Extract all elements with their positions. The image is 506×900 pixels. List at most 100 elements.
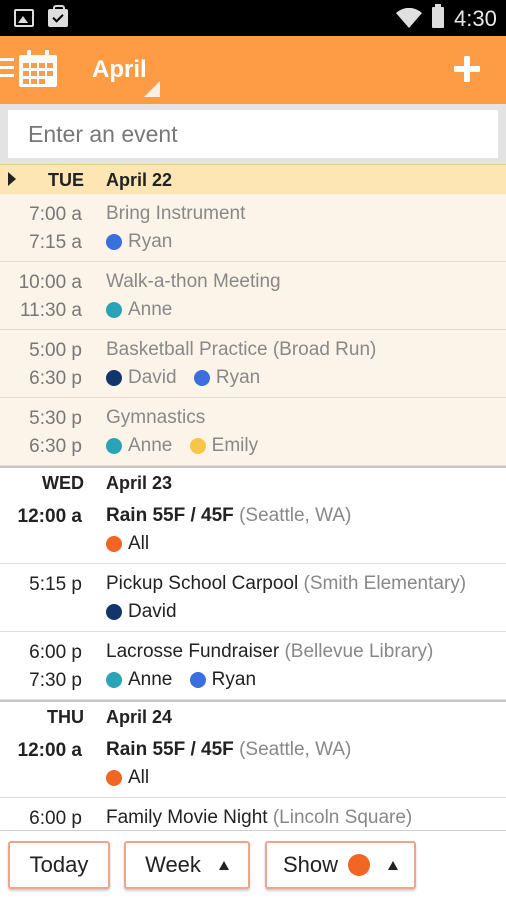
wifi-icon [396, 8, 422, 28]
day-of-week: THU [47, 707, 84, 727]
event-start-time: 5:15 p [29, 574, 82, 595]
event-end-time: 11:30 a [20, 300, 82, 321]
person-color-dot-icon [106, 370, 122, 386]
status-time: 4:30 [454, 6, 497, 31]
event-attendees: Anne Ryan [106, 669, 268, 694]
today-button-label: Today [29, 852, 89, 877]
event-start-time: 5:00 p [29, 340, 82, 361]
menu-icon[interactable] [0, 58, 14, 78]
show-filter-button[interactable]: Show [265, 841, 416, 889]
month-selector[interactable]: April [92, 56, 147, 84]
attendee-ryan: Ryan [193, 367, 260, 389]
event-row[interactable]: 12:00 a Rain 55F / 45F (Seattle, WA) All [0, 730, 506, 798]
event-end-time: 7:15 a [29, 232, 82, 253]
event-title: Rain 55F / 45F (Seattle, WA) [106, 505, 352, 526]
person-color-dot-icon [106, 438, 122, 454]
event-location: (Seattle, WA) [239, 739, 352, 760]
attendee-emily: Emily [189, 435, 258, 457]
caret-up-icon [388, 860, 399, 870]
caret-up-icon [218, 860, 229, 870]
person-color-dot-icon [193, 370, 210, 386]
status-bar: 4:30 [0, 0, 506, 36]
person-color-dot-icon [106, 536, 122, 552]
week-view-button[interactable]: Week [124, 841, 250, 889]
event-start-time: 12:00 a [17, 740, 82, 761]
event-location: (Bellevue Library) [284, 641, 434, 662]
person-color-dot-icon [106, 672, 122, 688]
event-location: (Broad Run) [272, 339, 377, 360]
attendee-david: David [106, 367, 177, 389]
day-header-thu: THU April 24 [0, 700, 506, 730]
event-end-time: 6:30 p [29, 436, 82, 457]
event-attendees: David [106, 601, 189, 626]
event-title: Lacrosse Fundraiser (Bellevue Library) [106, 641, 434, 662]
event-location: (Smith Elementary) [303, 573, 467, 594]
event-row[interactable]: 6:00 p 7:30 p Lacrosse Fundraiser (Belle… [0, 632, 506, 700]
attendee-david: David [106, 601, 177, 623]
attendee-anne: Anne [106, 435, 172, 457]
event-end-time: 7:30 p [29, 670, 82, 691]
event-start-time: 12:00 a [17, 506, 82, 527]
bottom-bar: Today Week Show [0, 830, 506, 900]
image-notification-icon [14, 9, 34, 27]
event-title: Pickup School Carpool (Smith Elementary) [106, 573, 467, 594]
day-header-wed: WED April 23 [0, 466, 506, 496]
month-dropdown-caret-icon[interactable] [144, 81, 160, 97]
day-header-tue: TUE April 22 [0, 164, 506, 194]
event-end-time: 6:30 p [29, 368, 82, 389]
person-color-dot-icon [189, 672, 206, 688]
event-start-time: 5:30 p [29, 408, 82, 429]
event-start-time: 10:00 a [18, 272, 82, 293]
attendee-anne: Anne [106, 669, 172, 691]
event-start-time: 7:00 a [29, 204, 82, 225]
event-location: (Seattle, WA) [239, 505, 352, 526]
event-location: (Lincoln Square) [272, 807, 413, 828]
event-attendees: All [106, 767, 161, 792]
shopping-bag-notification-icon [48, 5, 68, 27]
event-attendees: Anne Emily [106, 435, 270, 460]
event-attendees: Ryan [106, 231, 184, 256]
event-title: Basketball Practice (Broad Run) [106, 339, 377, 360]
attendee-ryan: Ryan [106, 231, 172, 253]
person-color-dot-icon [189, 438, 206, 454]
person-color-dot-icon [106, 604, 122, 620]
attendee-all: All [106, 533, 149, 555]
day-of-week: TUE [48, 170, 84, 190]
person-color-dot-icon [106, 234, 122, 250]
attendee-ryan: Ryan [189, 669, 256, 691]
attendee-all: All [106, 767, 149, 789]
app-bar: April [0, 36, 506, 104]
person-color-dot-icon [106, 770, 122, 786]
event-entry-bar [0, 104, 506, 164]
event-attendees: David Ryan [106, 367, 272, 392]
battery-icon [432, 4, 444, 28]
agenda-list: TUE April 22 7:00 a 7:15 a Bring Instrum… [0, 164, 506, 866]
event-title: Family Movie Night (Lincoln Square) [106, 807, 413, 828]
event-row[interactable]: 5:30 p 6:30 p Gymnastics Anne Emily [0, 398, 506, 466]
event-row[interactable]: 5:00 p 6:30 p Basketball Practice (Broad… [0, 330, 506, 398]
event-row[interactable]: 7:00 a 7:15 a Bring Instrument Ryan [0, 194, 506, 262]
add-event-button[interactable] [452, 54, 482, 84]
day-of-week: WED [42, 473, 84, 493]
event-title: Walk-a-thon Meeting [106, 271, 281, 292]
event-row[interactable]: 10:00 a 11:30 a Walk-a-thon Meeting Anne [0, 262, 506, 330]
event-attendees: Anne [106, 299, 184, 324]
today-marker-icon [8, 172, 16, 186]
person-color-dot-icon [106, 302, 122, 318]
event-row[interactable]: 12:00 a Rain 55F / 45F (Seattle, WA) All [0, 496, 506, 564]
filter-color-dot-icon [348, 854, 371, 876]
today-button[interactable]: Today [8, 841, 110, 889]
day-date: April 22 [106, 170, 173, 190]
calendar-icon[interactable] [18, 50, 58, 88]
event-start-time: 6:00 p [29, 642, 82, 663]
event-title: Rain 55F / 45F (Seattle, WA) [106, 739, 352, 760]
week-button-label: Week [145, 852, 201, 877]
event-row[interactable]: 5:15 p Pickup School Carpool (Smith Elem… [0, 564, 506, 632]
day-date: April 23 [106, 473, 173, 493]
event-input[interactable] [8, 110, 498, 158]
event-start-time: 6:00 p [29, 808, 82, 829]
attendee-anne: Anne [106, 299, 172, 321]
event-attendees: All [106, 533, 161, 558]
event-title: Gymnastics [106, 407, 206, 428]
show-button-label: Show [282, 852, 339, 877]
